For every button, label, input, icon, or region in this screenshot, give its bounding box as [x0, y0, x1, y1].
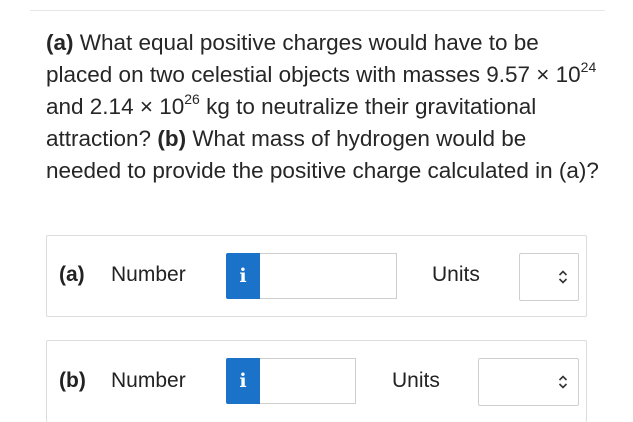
info-icon: i [239, 370, 247, 392]
chevron-up-down-icon [558, 375, 568, 389]
answer-row-b: (b) Number i Units [46, 340, 587, 422]
question-part-b-tag: (b) [157, 126, 187, 151]
top-divider [30, 10, 605, 11]
answer-b-units-label: Units [392, 369, 440, 392]
chevron-up-down-icon [558, 270, 568, 284]
exponent-1: 24 [580, 58, 597, 75]
answer-a-units-select[interactable] [519, 253, 579, 301]
info-icon: i [239, 265, 247, 287]
exponent-2: 26 [184, 90, 200, 107]
answer-b-part-label: (b) [59, 369, 86, 392]
answer-a-units-label: Units [432, 263, 480, 286]
question-part-a-text-2: and 2.14 × 10 [46, 94, 185, 119]
question-part-a-tag: (a) [46, 30, 74, 55]
answer-b-units-select[interactable] [478, 358, 579, 406]
answer-b-number-input[interactable] [260, 358, 356, 404]
answer-a-number-input[interactable] [260, 253, 397, 299]
answer-a-number-label: Number [111, 263, 186, 286]
question-text: (a) What equal positive charges would ha… [46, 27, 606, 187]
answer-b-number-label: Number [111, 369, 186, 392]
answer-b-info-button[interactable]: i [226, 358, 260, 404]
answer-a-info-button[interactable]: i [226, 253, 260, 299]
question-part-a-text-1: What equal positive charges would have t… [46, 30, 581, 87]
answer-row-a: (a) Number i Units [46, 235, 587, 317]
answer-a-part-label: (a) [59, 263, 85, 286]
